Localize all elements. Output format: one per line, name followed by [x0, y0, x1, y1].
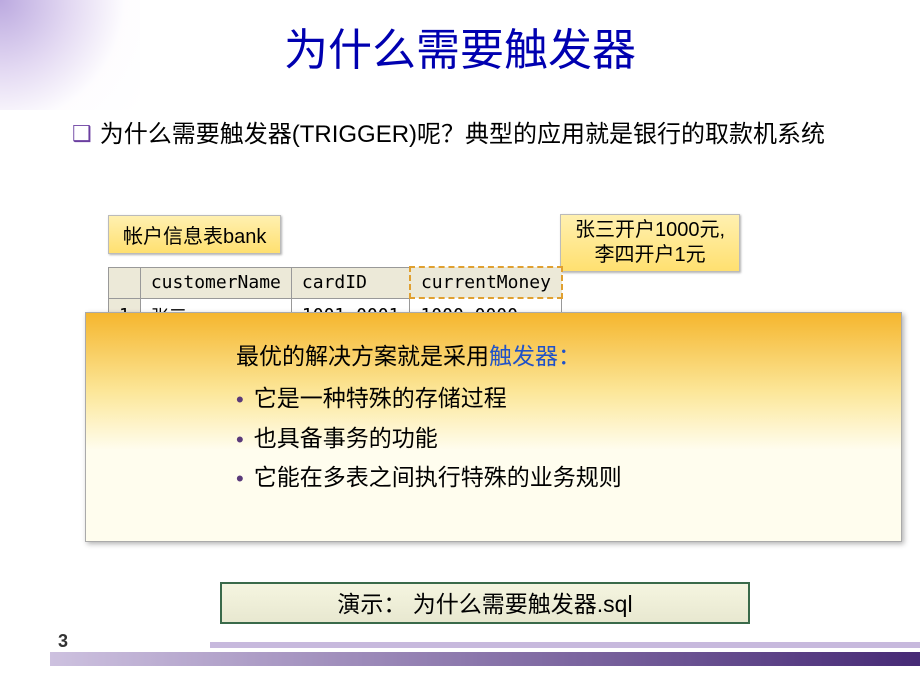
- list-item: 它能在多表之间执行特殊的业务规则: [236, 458, 881, 498]
- page-number: 3: [58, 631, 68, 652]
- demo-box: 演示： 为什么需要触发器.sql: [220, 582, 750, 624]
- label-accounts-info: 张三开户1000元, 李四开户1元: [560, 214, 740, 272]
- solution-title: 最优的解决方案就是采用触发器：: [236, 337, 881, 371]
- solution-box: 最优的解决方案就是采用触发器： 它是一种特殊的存储过程 也具备事务的功能 它能在…: [85, 312, 902, 542]
- list-item: 也具备事务的功能: [236, 419, 881, 459]
- solution-list: 它是一种特殊的存储过程 也具备事务的功能 它能在多表之间执行特殊的业务规则: [236, 379, 881, 498]
- decor-bar-top: [210, 642, 920, 648]
- header-customername: customerName: [140, 267, 291, 298]
- bullet-text: 为什么需要触发器(TRIGGER)呢？典型的应用就是银行的取款机系统: [100, 116, 825, 154]
- header-cardid: cardID: [291, 267, 410, 298]
- solution-title-pre: 最优的解决方案就是采用: [236, 343, 489, 369]
- decor-bar-bottom: [50, 652, 920, 666]
- list-item: 它是一种特殊的存储过程: [236, 379, 881, 419]
- label2-line1: 张三开户1000元,: [575, 219, 725, 241]
- bullet-icon: ❑: [72, 121, 92, 147]
- bullet-row: ❑ 为什么需要触发器(TRIGGER)呢？典型的应用就是银行的取款机系统: [72, 116, 880, 154]
- header-currentmoney: currentMoney: [410, 267, 562, 298]
- header-blank: [109, 267, 141, 298]
- table-header-row: customerName cardID currentMoney: [109, 267, 562, 298]
- solution-title-highlight: 触发器：: [489, 343, 581, 369]
- label2-line2: 李四开户1元: [594, 244, 705, 266]
- label-account-table: 帐户信息表bank: [108, 215, 281, 254]
- slide-title: 为什么需要触发器: [0, 14, 920, 78]
